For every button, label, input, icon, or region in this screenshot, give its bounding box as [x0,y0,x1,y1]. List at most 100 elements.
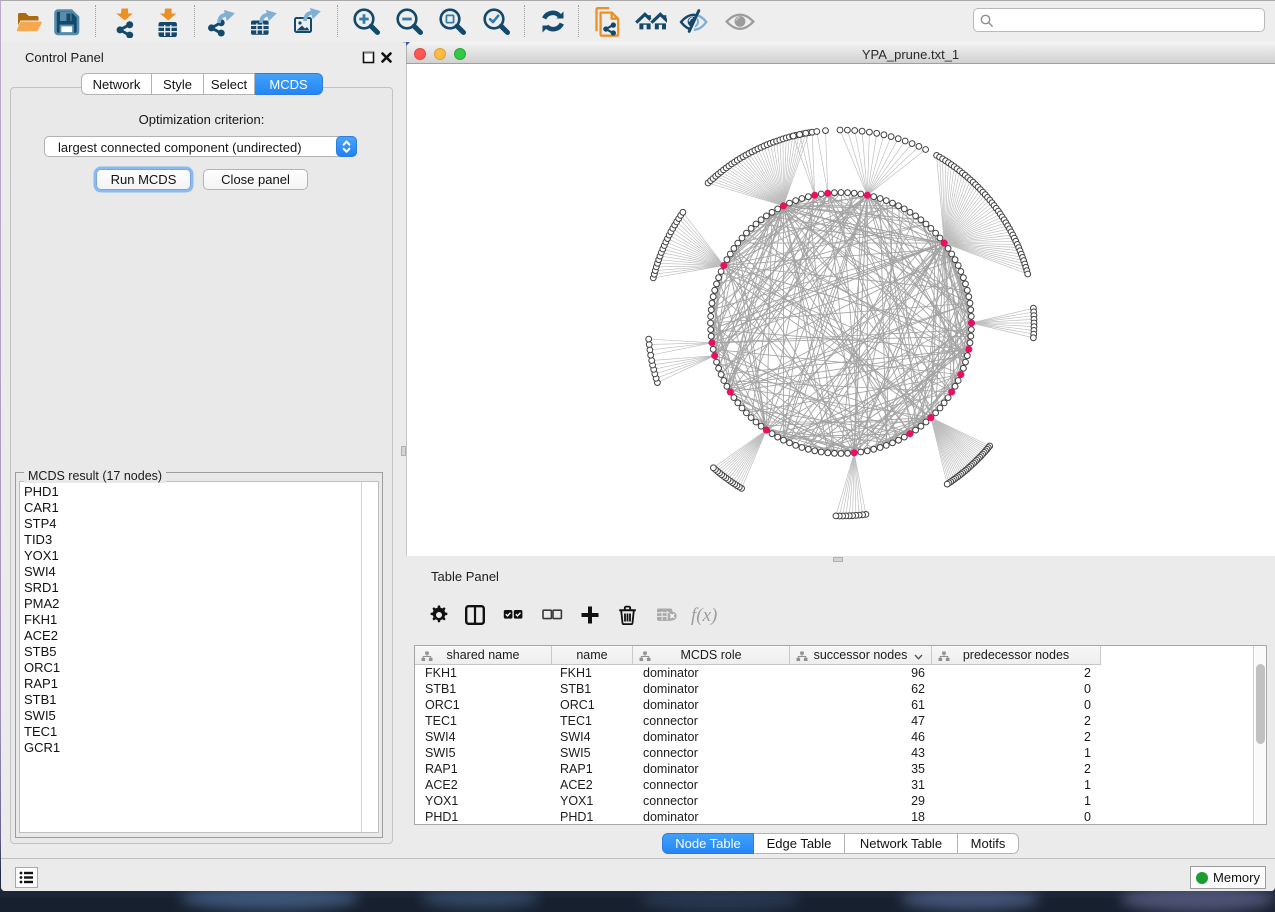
network-canvas[interactable] [406,64,1275,556]
first-neighbors-icon[interactable] [635,6,665,36]
tab-network[interactable]: Network [81,73,152,95]
mcds-list-scrollbar[interactable] [361,482,362,832]
mcds-result-item[interactable]: FKH1 [24,612,57,628]
network-window-titlebar[interactable]: YPA_prune.txt_1 [406,42,1275,64]
hide-selection-icon[interactable] [678,6,708,36]
tab-style[interactable]: Style [152,73,204,95]
table-row-RAP1[interactable]: RAP1 RAP1 dominator 35 2 [415,761,1266,777]
column-header-successor-nodes[interactable]: successor nodes [790,646,932,665]
mcds-result-item[interactable]: SRD1 [24,580,59,596]
memory-button[interactable]: Memory [1190,866,1266,889]
main-toolbar [1,0,1275,43]
optimization-criterion-label: Optimization criterion: [11,112,392,127]
mcds-result-item[interactable]: TID3 [24,532,52,548]
table-row-TEC1[interactable]: TEC1 TEC1 connector 47 2 [415,713,1266,729]
export-network-icon[interactable] [206,6,236,36]
add-column-icon[interactable] [580,605,614,625]
mcds-result-legend: MCDS result (17 nodes) [24,469,166,483]
mcds-result-item[interactable]: PMA2 [24,596,59,612]
unselect-all-icon[interactable] [542,605,576,625]
mcds-result-item[interactable]: GCR1 [24,740,60,756]
table-row-STB1[interactable]: STB1 STB1 dominator 62 0 [415,681,1266,697]
close-panel-icon[interactable] [380,51,393,64]
column-header-predecessor-nodes[interactable]: predecessor nodes [932,646,1101,665]
clone-network-icon[interactable] [593,6,623,36]
zoom-selected-icon[interactable] [481,6,511,36]
table-row-FKH1[interactable]: FKH1 FKH1 dominator 96 2 [415,665,1266,681]
table-row-SWI4[interactable]: SWI4 SWI4 dominator 46 2 [415,729,1266,745]
table-row-YOX1[interactable]: YOX1 YOX1 connector 29 1 [415,793,1266,809]
control-panel-title: Control Panel [25,50,104,65]
table-tabs: Node TableEdge TableNetwork TableMotifs [662,833,1019,854]
export-table-icon[interactable] [248,6,278,36]
run-mcds-button[interactable]: Run MCDS [96,169,191,190]
mcds-result-list[interactable]: PHD1CAR1STP4TID3YOX1SWI4SRD1PMA2FKH1ACE2… [19,481,379,833]
search-input[interactable] [973,8,1265,32]
mcds-result-item[interactable]: RAP1 [24,676,58,692]
mcds-result-item[interactable]: SWI4 [24,564,56,580]
table-header: shared name name MCDS rolesuccessor nodesp… [415,646,1266,664]
table-row-ORC1[interactable]: ORC1 ORC1 dominator 61 0 [415,697,1266,713]
select-all-icon[interactable] [503,605,537,625]
cell-mcds-role: connector [643,745,698,761]
wallpaper-texture [900,888,1040,910]
cell-name: YOX1 [560,793,593,809]
table-row-PHD1[interactable]: PHD1 PHD1 dominator 18 0 [415,809,1266,825]
cell-successor-nodes: 96 [845,665,925,681]
import-network-icon[interactable] [109,6,139,36]
column-header-shared-name[interactable]: shared name [415,646,552,665]
mcds-result-item[interactable]: TEC1 [24,724,57,740]
toolbar-separator [524,5,525,37]
mcds-result-item[interactable]: STB5 [24,644,57,660]
split-columns-icon[interactable] [465,605,499,625]
mcds-result-item[interactable]: CAR1 [24,500,59,516]
import-table-icon[interactable] [152,6,182,36]
column-header-MCDS-role[interactable]: MCDS role [633,646,790,665]
table-scrollbar-thumb[interactable] [1256,664,1265,744]
tab-mcds[interactable]: MCDS [255,73,323,95]
gear-icon[interactable] [429,605,463,625]
tab-network-table[interactable]: Network Table [845,833,958,854]
export-image-icon[interactable] [292,6,322,36]
delete-row-icon[interactable] [618,605,652,625]
delete-table-icon [657,605,691,625]
mcds-result-item[interactable]: ORC1 [24,660,60,676]
column-header-name[interactable]: name [552,646,633,665]
task-history-button[interactable] [15,867,38,888]
save-session-icon[interactable] [51,6,81,36]
criterion-select[interactable]: largest connected component (undirected) [44,136,357,157]
mcds-result-item[interactable]: STB1 [24,692,57,708]
open-file-icon[interactable] [15,6,45,36]
tab-select[interactable]: Select [204,73,255,95]
mcds-result-item[interactable]: PHD1 [24,484,59,500]
column-label: name [576,648,607,662]
cell-predecessor-nodes: 1 [1011,793,1091,809]
tab-node-table[interactable]: Node Table [662,833,754,854]
zoom-in-icon[interactable] [351,6,381,36]
table-scrollbar[interactable] [1253,646,1266,824]
mcds-result-item[interactable]: ACE2 [24,628,58,644]
cell-name: RAP1 [560,761,593,777]
sort-chevron-icon[interactable] [914,647,923,665]
memory-label: Memory [1213,870,1260,885]
horizontal-splitter-handle[interactable] [833,557,843,562]
cell-successor-nodes: 46 [845,729,925,745]
close-panel-button[interactable]: Close panel [203,169,308,190]
mcds-result-item[interactable]: STP4 [24,516,57,532]
vertical-splitter-handle[interactable] [401,446,406,456]
zoom-out-icon[interactable] [394,6,424,36]
cell-shared-name: ORC1 [425,697,460,713]
apply-layout-icon[interactable] [537,6,567,36]
zoom-fit-icon[interactable] [437,6,467,36]
cell-successor-nodes: 18 [845,809,925,825]
tab-motifs[interactable]: Motifs [958,833,1019,854]
table-row-SWI5[interactable]: SWI5 SWI5 connector 43 1 [415,745,1266,761]
table-row-ACE2[interactable]: ACE2 ACE2 connector 31 1 [415,777,1266,793]
mcds-result-item[interactable]: SWI5 [24,708,56,724]
mcds-result-item[interactable]: YOX1 [24,548,59,564]
tab-edge-table[interactable]: Edge Table [754,833,845,854]
cell-successor-nodes: 43 [845,745,925,761]
cell-name: ORC1 [560,697,595,713]
float-panel-icon[interactable] [362,51,375,64]
criterion-selected-value: largest connected component (undirected) [58,140,302,155]
